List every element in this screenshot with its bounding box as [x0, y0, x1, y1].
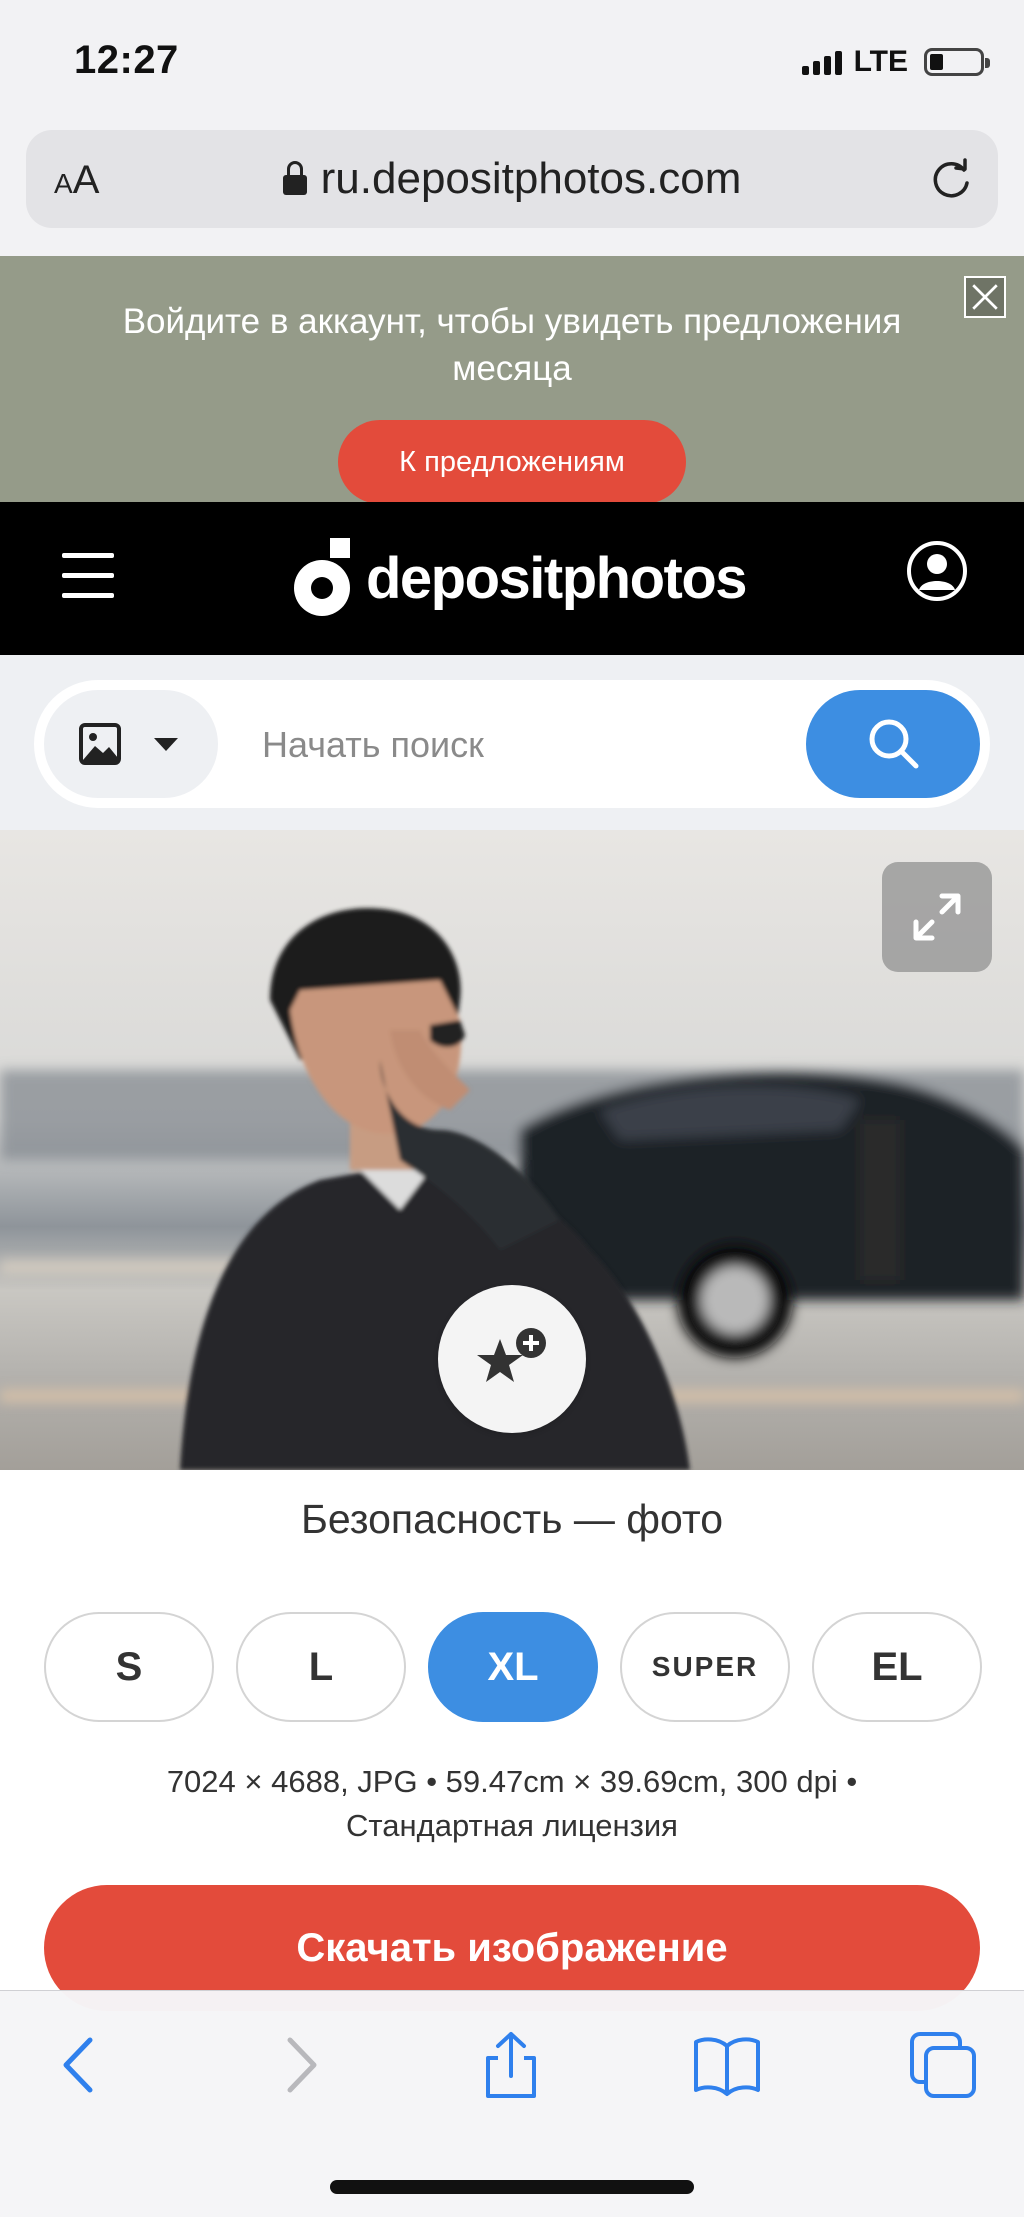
image-icon	[79, 723, 121, 765]
menu-icon[interactable]	[62, 553, 114, 599]
logo-text: depositphotos	[366, 545, 748, 611]
signal-icon	[801, 49, 842, 75]
battery-icon	[924, 48, 990, 76]
status-bar: 12:27 LTE	[0, 0, 1024, 125]
size-option-s[interactable]: S	[44, 1612, 214, 1722]
size-selector: S L XL SUPER EL	[44, 1612, 982, 1722]
image-specs: 7024 × 4688, JPG • 59.47cm × 39.69cm, 30…	[40, 1760, 984, 1848]
size-option-xl[interactable]: XL	[428, 1612, 598, 1722]
size-option-l[interactable]: L	[236, 1612, 406, 1722]
favorite-add-icon	[477, 1328, 546, 1382]
share-icon[interactable]	[476, 2030, 546, 2100]
expand-button[interactable]	[882, 862, 992, 972]
search-input[interactable]: Начать поиск	[262, 724, 484, 766]
chevron-down-icon	[154, 738, 178, 751]
logo-mark-icon	[294, 538, 350, 616]
url-display[interactable]: ru.depositphotos.com	[26, 154, 998, 204]
reload-icon[interactable]	[928, 156, 974, 202]
size-option-super[interactable]: SUPER	[620, 1612, 790, 1722]
size-option-el[interactable]: EL	[812, 1612, 982, 1722]
status-time: 12:27	[74, 38, 179, 82]
content-type-select[interactable]	[44, 690, 218, 798]
search-icon	[869, 719, 919, 769]
close-icon[interactable]	[964, 276, 1006, 318]
lock-icon	[282, 161, 307, 195]
tabs-icon[interactable]	[908, 2030, 978, 2100]
status-indicators: LTE	[801, 44, 990, 80]
image-specs-line: 7024 × 4688, JPG • 59.47cm × 39.69cm, 30…	[166, 1764, 858, 1799]
account-icon[interactable]	[906, 540, 968, 602]
bookmarks-icon[interactable]	[692, 2030, 762, 2100]
offers-button[interactable]: К предложениям	[338, 420, 686, 504]
expand-icon	[913, 893, 961, 941]
address-bar[interactable]: AA ru.depositphotos.com	[26, 130, 998, 228]
home-indicator	[330, 2180, 694, 2194]
add-to-favorites-button[interactable]	[438, 1285, 586, 1433]
url-text: ru.depositphotos.com	[320, 154, 742, 203]
site-logo[interactable]: depositphotos	[292, 538, 748, 618]
promo-text: Войдите в аккаунт, чтобы увидеть предлож…	[122, 302, 902, 388]
license-type: Стандартная лицензия	[346, 1808, 678, 1843]
search-button[interactable]	[806, 690, 980, 798]
search-bar: Начать поиск	[34, 680, 990, 808]
photo-title: Безопасность — фото	[300, 1496, 724, 1542]
network-label: LTE	[853, 45, 908, 78]
forward-icon	[287, 2037, 317, 2093]
back-icon[interactable]	[46, 2030, 116, 2100]
